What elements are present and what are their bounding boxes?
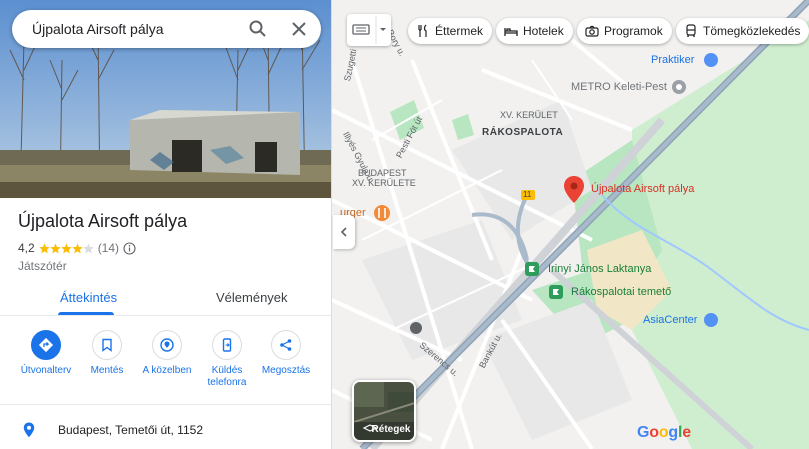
action-label: Útvonalterv xyxy=(20,365,72,376)
road-shield-label: 11 xyxy=(523,190,532,199)
close-icon[interactable] xyxy=(289,19,309,39)
action-label: Mentés xyxy=(90,365,124,376)
place-panel: Újpalota Airsoft pálya Újpalota Airsoft … xyxy=(0,0,332,449)
restaurant-marker[interactable] xyxy=(374,205,390,221)
divider xyxy=(0,404,331,405)
map-label-metro[interactable]: METRO Keleti-Pest xyxy=(571,81,667,93)
chip-things-to-do[interactable]: Programok xyxy=(577,18,672,44)
divider xyxy=(0,315,331,316)
map-label-selected-place[interactable]: Újpalota Airsoft pálya xyxy=(591,183,694,195)
chip-restaurants[interactable]: Éttermek xyxy=(408,18,493,44)
save-button[interactable]: Mentés xyxy=(76,330,138,377)
chip-label: Éttermek xyxy=(435,24,484,38)
search-icon[interactable] xyxy=(248,19,268,39)
chevron-left-icon xyxy=(340,227,347,237)
praktiker-marker[interactable] xyxy=(704,53,718,67)
share-button[interactable]: Megosztás xyxy=(255,330,317,377)
chip-label: Hotelek xyxy=(523,24,564,38)
asiacenter-marker[interactable] xyxy=(704,313,718,327)
place-title: Újpalota Airsoft pálya xyxy=(18,211,188,231)
search-box[interactable]: Újpalota Airsoft pálya xyxy=(12,10,321,48)
nearby-button[interactable]: A közelben xyxy=(136,330,198,377)
map-label-laktanya[interactable]: Irinyi János Laktanya xyxy=(548,263,651,275)
action-label: A közelben xyxy=(142,365,192,376)
rating-row[interactable]: 4,2 (14) xyxy=(18,241,136,255)
layers-button[interactable]: Rétegek xyxy=(352,380,416,442)
layers-label: Rétegek xyxy=(371,424,411,435)
green-area-small xyxy=(452,114,474,140)
address-row[interactable]: Budapest, Temetői út, 1152 xyxy=(0,416,331,444)
review-count[interactable]: (14) xyxy=(98,241,119,255)
star-filled-icon xyxy=(38,242,50,253)
address-text: Budapest, Temetői út, 1152 xyxy=(58,423,203,437)
tab-reviews[interactable]: Vélemények xyxy=(216,290,288,305)
bus-icon xyxy=(686,24,696,37)
nearby-icon xyxy=(160,338,174,352)
tab-overview[interactable]: Áttekintés xyxy=(60,290,117,305)
camera-icon xyxy=(585,25,599,37)
action-label: Megosztás xyxy=(261,365,311,376)
action-label: Küldés telefonra xyxy=(207,365,247,388)
directions-button[interactable]: Útvonalterv xyxy=(15,330,77,377)
rating-stars xyxy=(38,242,94,254)
location-pin-icon xyxy=(23,422,35,438)
chip-label: Tömegközlekedés xyxy=(703,24,801,38)
chip-transit[interactable]: Tömegközlekedés xyxy=(676,18,809,44)
info-icon[interactable] xyxy=(123,241,136,255)
star-empty-icon xyxy=(82,242,94,253)
rating-value: 4,2 xyxy=(18,241,35,255)
chip-hotels[interactable]: Hotelek xyxy=(496,18,573,44)
chip-label: Programok xyxy=(604,24,663,38)
map-label-district-b: XV. KERÜLETE xyxy=(352,178,416,188)
search-input[interactable]: Újpalota Airsoft pálya xyxy=(32,21,164,37)
place-category[interactable]: Játszótér xyxy=(18,259,67,273)
directions-icon xyxy=(38,337,54,353)
keyboard-icon xyxy=(352,16,386,44)
share-icon xyxy=(280,339,292,351)
collapse-panel-button[interactable] xyxy=(333,215,355,249)
map-label-district: XV. KERÜLET xyxy=(500,110,558,120)
star-filled-icon xyxy=(49,242,61,253)
phone-icon xyxy=(222,338,232,352)
map-label-asiacenter[interactable]: AsiaCenter xyxy=(643,314,697,326)
star-filled-icon xyxy=(71,242,83,253)
bed-icon xyxy=(504,28,518,36)
send-to-phone-button[interactable]: Küldés telefonra xyxy=(196,330,258,389)
star-filled-icon xyxy=(60,242,72,253)
bookmark-icon xyxy=(102,338,112,352)
input-tools-button[interactable] xyxy=(347,14,391,46)
fork-knife-icon xyxy=(418,24,427,37)
map-label-cemetery[interactable]: Rákospalotai temető xyxy=(571,286,671,298)
transit-marker[interactable] xyxy=(410,322,422,334)
map-label-praktiker[interactable]: Praktiker xyxy=(651,54,694,66)
google-logo: Google xyxy=(637,424,691,441)
map-label-rakospalota: RÁKOSPALOTA xyxy=(482,127,564,138)
